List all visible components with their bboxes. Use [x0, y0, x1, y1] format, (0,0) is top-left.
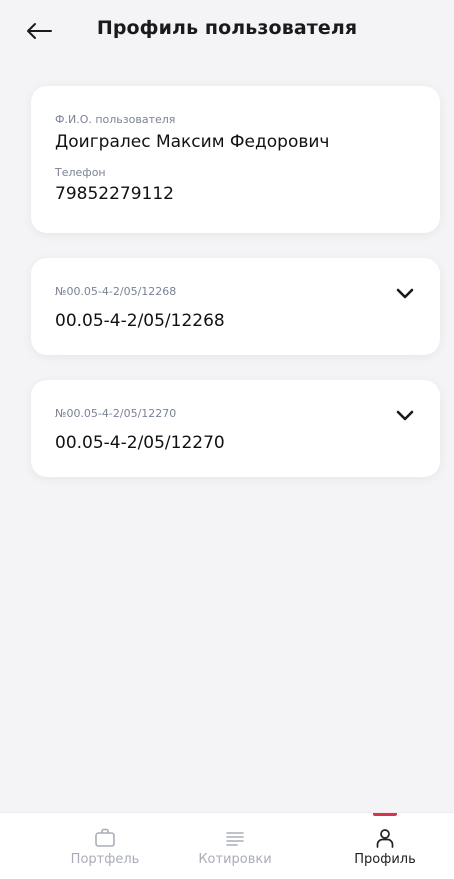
name-value: Доигралес Максим Федорович [55, 132, 330, 152]
chevron-down-icon[interactable] [396, 288, 414, 300]
account-number-value: 00.05-4-2/05/12268 [55, 311, 225, 331]
account-number-label: №00.05-4-2/05/12268 [55, 285, 177, 298]
user-icon [376, 829, 394, 848]
tab-portfolio[interactable]: Портфель [45, 813, 165, 879]
name-label: Ф.И.О. пользователя [55, 113, 176, 126]
header: Профиль пользователя [0, 0, 454, 64]
active-tab-indicator [373, 813, 397, 816]
account-number-value: 00.05-4-2/05/12270 [55, 433, 225, 453]
user-info-card: Ф.И.О. пользователя Доигралес Максим Фед… [31, 86, 440, 233]
bottom-tab-bar: Портфель Котировки Профиль [0, 812, 454, 879]
account-card[interactable]: №00.05-4-2/05/12268 00.05-4-2/05/12268 [31, 258, 440, 355]
tab-label: Профиль [354, 852, 416, 867]
phone-label: Телефон [55, 166, 106, 179]
tab-profile[interactable]: Профиль [325, 813, 445, 879]
account-card[interactable]: №00.05-4-2/05/12270 00.05-4-2/05/12270 [31, 380, 440, 477]
tab-label: Портфель [70, 852, 140, 867]
list-icon [226, 832, 244, 846]
tab-label: Котировки [198, 852, 272, 867]
tab-quotes[interactable]: Котировки [175, 813, 295, 879]
briefcase-icon [95, 828, 115, 847]
account-number-label: №00.05-4-2/05/12270 [55, 407, 177, 420]
page-title: Профиль пользователя [96, 17, 358, 39]
chevron-down-icon[interactable] [396, 410, 414, 422]
phone-value: 79852279112 [55, 184, 174, 204]
